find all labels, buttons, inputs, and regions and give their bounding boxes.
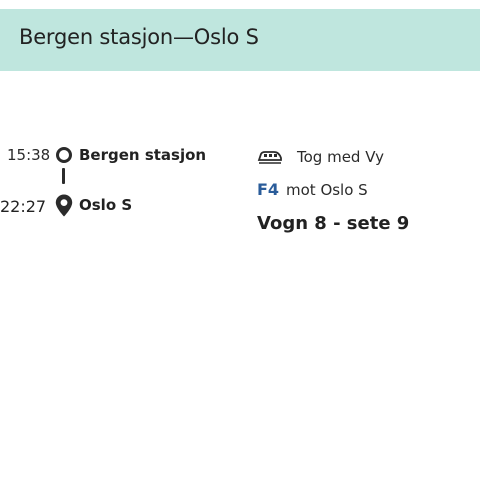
line-code-badge: F4 [257, 180, 280, 199]
map-pin-icon [54, 193, 74, 222]
route-line-icon [62, 168, 65, 184]
origin-circle-icon [55, 146, 73, 168]
header-bar: Bergen stasjon—Oslo S [0, 9, 480, 71]
seat-info: Vogn 8 - sete 9 [257, 213, 410, 234]
arrival-time: 22:27 [0, 197, 47, 216]
departure-station: Bergen stasjon [79, 146, 207, 164]
direction-label: mot Oslo S [286, 181, 368, 199]
page-title: Bergen stasjon—Oslo S [19, 25, 259, 49]
arrival-station: Oslo S [79, 196, 133, 214]
operator-label: Tog med Vy [297, 148, 384, 166]
train-icon [257, 148, 283, 170]
departure-time: 15:38 [7, 146, 51, 164]
